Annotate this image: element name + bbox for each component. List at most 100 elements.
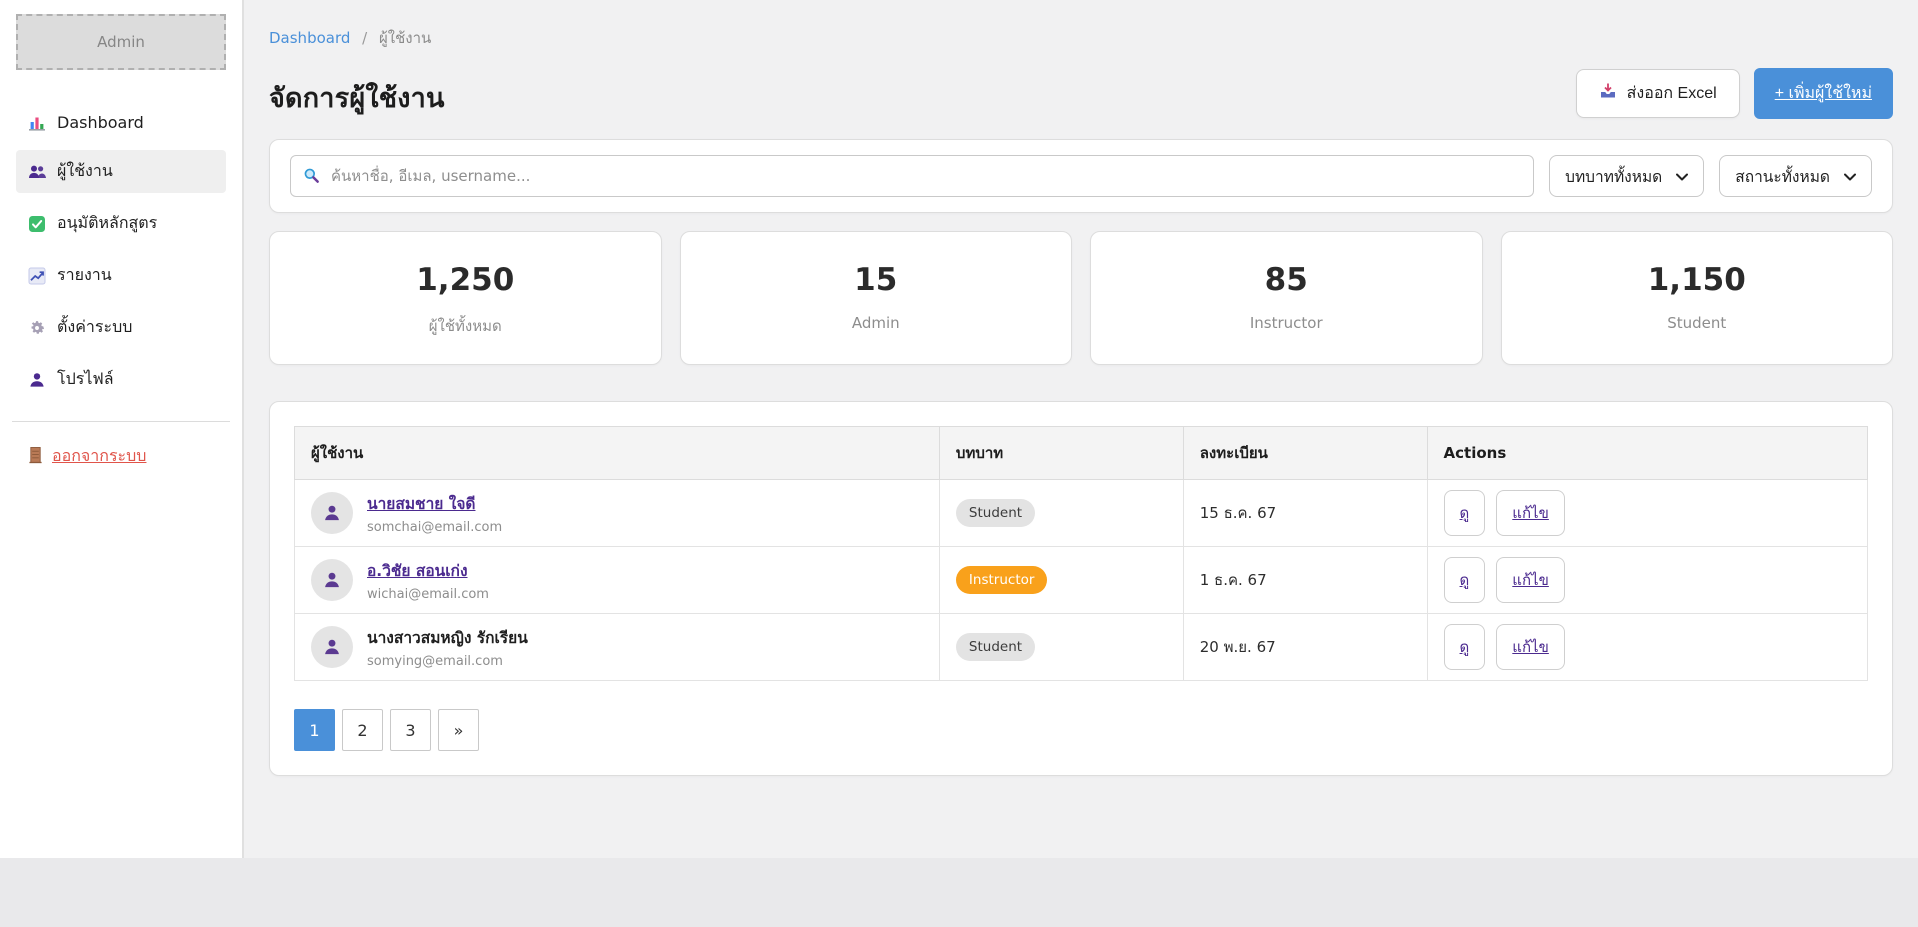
stat-label: Admin — [691, 314, 1062, 332]
column-header-user: ผู้ใช้งาน — [295, 427, 940, 480]
stat-value: 85 — [1101, 262, 1472, 298]
sidebar-item-label: อนุมัติหลักสูตร — [57, 211, 157, 236]
dashboard-icon — [28, 114, 46, 132]
search-wrap — [290, 155, 1534, 197]
role-filter-value: บทบาททั้งหมด — [1565, 164, 1662, 189]
sidebar-item-label: โปรไฟล์ — [57, 367, 114, 392]
sidebar-item-approve-courses[interactable]: อนุมัติหลักสูตร — [16, 202, 226, 245]
page-button-2[interactable]: 2 — [342, 709, 383, 751]
main-content: Dashboard / ผู้ใช้งาน จัดการผู้ใช้งาน ส่… — [244, 0, 1918, 858]
sidebar-item-label: Dashboard — [57, 113, 144, 132]
user-email: wichai@email.com — [367, 587, 489, 602]
users-icon — [28, 163, 46, 181]
chart-line-icon — [28, 267, 46, 285]
avatar — [311, 559, 353, 601]
sidebar-menu: Dashboard ผู้ใช้งาน อนุมัติหลักสูตร รายง… — [16, 104, 226, 401]
edit-button[interactable]: แก้ไข — [1496, 557, 1565, 603]
table-row: นางสาวสมหญิง รักเรียน somying@email.com … — [295, 614, 1868, 681]
row-actions: ดู แก้ไข — [1444, 490, 1851, 536]
search-icon — [303, 167, 320, 188]
search-input[interactable] — [290, 155, 1534, 197]
row-actions: ดู แก้ไข — [1444, 624, 1851, 670]
export-excel-button[interactable]: ส่งออก Excel — [1576, 69, 1740, 118]
page-button-1[interactable]: 1 — [294, 709, 335, 751]
users-table-card: ผู้ใช้งาน บทบาท ลงทะเบียน Actions — [269, 401, 1893, 776]
sidebar-item-label: ผู้ใช้งาน — [57, 159, 113, 184]
admin-logo-label: Admin — [97, 33, 145, 51]
user-cell: นายสมชาย ใจดี somchai@email.com — [311, 491, 923, 535]
row-actions: ดู แก้ไข — [1444, 557, 1851, 603]
chevron-down-icon — [1676, 167, 1688, 185]
page-button-3[interactable]: 3 — [390, 709, 431, 751]
avatar — [311, 626, 353, 668]
role-badge: Student — [956, 499, 1035, 527]
stats-row: 1,250 ผู้ใช้ทั้งหมด 15 Admin 85 Instruct… — [269, 231, 1893, 365]
stat-label: Student — [1512, 314, 1883, 332]
gear-icon — [28, 319, 46, 337]
registered-date: 1 ธ.ค. 67 — [1200, 571, 1267, 589]
user-cell: อ.วิชัย สอนเก่ง wichai@email.com — [311, 558, 923, 602]
download-icon — [1599, 82, 1617, 105]
user-name-text: นางสาวสมหญิง รักเรียน — [367, 629, 528, 647]
table-row: นายสมชาย ใจดี somchai@email.com Student … — [295, 480, 1868, 547]
breadcrumb-dashboard-link[interactable]: Dashboard — [269, 29, 350, 47]
stat-card-total-users: 1,250 ผู้ใช้ทั้งหมด — [269, 231, 662, 365]
stat-card-student: 1,150 Student — [1501, 231, 1894, 365]
table-header-row: ผู้ใช้งาน บทบาท ลงทะเบียน Actions — [295, 427, 1868, 480]
stat-value: 1,250 — [280, 262, 651, 298]
sidebar-item-dashboard[interactable]: Dashboard — [16, 104, 226, 141]
sidebar-divider — [12, 421, 230, 422]
status-filter-select[interactable]: สถานะทั้งหมด — [1719, 155, 1872, 197]
breadcrumb-separator: / — [362, 29, 367, 47]
column-header-actions: Actions — [1427, 427, 1867, 480]
person-icon — [28, 371, 46, 389]
edit-button[interactable]: แก้ไข — [1496, 624, 1565, 670]
user-email: somchai@email.com — [367, 520, 502, 535]
logout-link[interactable]: ออกจากระบบ — [28, 444, 146, 469]
view-button[interactable]: ดู — [1444, 557, 1486, 603]
door-icon — [28, 446, 43, 468]
sidebar-item-reports[interactable]: รายงาน — [16, 254, 226, 297]
sidebar-item-label: ตั้งค่าระบบ — [57, 315, 132, 340]
check-icon — [28, 215, 46, 233]
app-window: Admin Dashboard ผู้ใช้งาน อนุมัติหลักสูต… — [0, 0, 1918, 858]
role-filter-select[interactable]: บทบาททั้งหมด — [1549, 155, 1704, 197]
registered-date: 15 ธ.ค. 67 — [1200, 504, 1276, 522]
breadcrumb: Dashboard / ผู้ใช้งาน — [269, 26, 1893, 50]
role-badge: Student — [956, 633, 1035, 661]
avatar — [311, 492, 353, 534]
stat-value: 15 — [691, 262, 1062, 298]
sidebar-item-users[interactable]: ผู้ใช้งาน — [16, 150, 226, 193]
sidebar: Admin Dashboard ผู้ใช้งาน อนุมัติหลักสูต… — [0, 0, 244, 858]
status-filter-value: สถานะทั้งหมด — [1735, 164, 1830, 189]
sidebar-item-profile[interactable]: โปรไฟล์ — [16, 358, 226, 401]
admin-logo: Admin — [16, 14, 226, 70]
edit-button[interactable]: แก้ไข — [1496, 490, 1565, 536]
role-badge: Instructor — [956, 566, 1048, 594]
view-button[interactable]: ดู — [1444, 624, 1486, 670]
logout-label: ออกจากระบบ — [52, 444, 146, 469]
user-name-link[interactable]: นายสมชาย ใจดี — [367, 495, 475, 513]
sidebar-item-settings[interactable]: ตั้งค่าระบบ — [16, 306, 226, 349]
sidebar-item-label: รายงาน — [57, 263, 112, 288]
add-user-button[interactable]: + เพิ่มผู้ใช้ใหม่ — [1754, 68, 1893, 119]
page-header: จัดการผู้ใช้งาน ส่งออก Excel + เพิ่มผู้ใ… — [269, 68, 1893, 119]
user-email: somying@email.com — [367, 654, 528, 669]
stat-label: ผู้ใช้ทั้งหมด — [280, 314, 651, 338]
registered-date: 20 พ.ย. 67 — [1200, 638, 1276, 656]
stat-label: Instructor — [1101, 314, 1472, 332]
page-title: จัดการผู้ใช้งาน — [269, 76, 445, 119]
view-button[interactable]: ดู — [1444, 490, 1486, 536]
header-actions: ส่งออก Excel + เพิ่มผู้ใช้ใหม่ — [1576, 68, 1893, 119]
filter-bar: บทบาททั้งหมด สถานะทั้งหมด — [269, 139, 1893, 213]
export-excel-label: ส่งออก Excel — [1627, 81, 1717, 106]
page-button-next[interactable]: » — [438, 709, 479, 751]
column-header-role: บทบาท — [939, 427, 1183, 480]
user-name-link[interactable]: อ.วิชัย สอนเก่ง — [367, 562, 468, 580]
breadcrumb-current: ผู้ใช้งาน — [379, 29, 431, 47]
stat-value: 1,150 — [1512, 262, 1883, 298]
pagination: 1 2 3 » — [294, 709, 1868, 751]
column-header-registered: ลงทะเบียน — [1183, 427, 1427, 480]
stat-card-admin: 15 Admin — [680, 231, 1073, 365]
users-table: ผู้ใช้งาน บทบาท ลงทะเบียน Actions — [294, 426, 1868, 681]
